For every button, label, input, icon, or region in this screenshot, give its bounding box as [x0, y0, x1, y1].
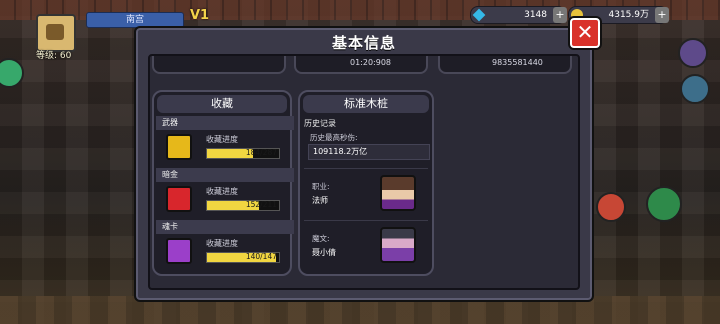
rune-value: 聂小倩 [312, 248, 336, 257]
close-button[interactable]: ✕ [570, 18, 600, 48]
category-soulcard-label: 魂卡 [156, 220, 294, 234]
rune-row: 魔文: 聂小倩 [304, 220, 428, 265]
collection-panel: 收藏 武器 收藏进度 184/287 暗金 收藏进度 152/211 魂卡 收藏… [152, 90, 294, 276]
soulcard-progress-text: 140/147 [245, 252, 277, 261]
vip-badge: V1 [190, 8, 210, 23]
top-card-time: 01:20:908 [350, 58, 392, 67]
coin-value: 4315.9万 [608, 10, 650, 20]
weapon-progress-label: 收藏进度 [206, 135, 238, 144]
top-card-right: 9835581440 [438, 56, 572, 74]
rune-title: 魔文: [312, 234, 330, 243]
attack-button[interactable] [646, 186, 682, 222]
weapon-progress-bar: 184/287 [206, 148, 280, 159]
diamond-icon [472, 8, 486, 22]
top-card-left [152, 56, 286, 74]
class-value: 法师 [312, 196, 328, 205]
darkgold-progress-label: 收藏进度 [206, 187, 238, 196]
mage-portrait-icon[interactable] [380, 175, 416, 211]
collection-title: 收藏 [157, 95, 287, 113]
soulcard-chest-icon[interactable] [166, 238, 192, 264]
darkgold-progress-bar: 152/211 [206, 200, 280, 211]
weapon-progress-text: 184/287 [245, 148, 277, 157]
rune-portrait-icon[interactable] [380, 227, 416, 263]
gold-counter: 3148 + [470, 6, 567, 24]
soulcard-progress-bar: 140/147 [206, 252, 280, 263]
soulcard-progress-label: 收藏进度 [206, 239, 238, 248]
add-coin-button[interactable]: + [655, 7, 669, 23]
player-avatar[interactable] [36, 14, 76, 52]
dialog-title: 基本信息 [331, 34, 396, 52]
player-level: 等级: 60 [36, 51, 72, 61]
darkgold-progress-text: 152/211 [245, 200, 277, 209]
dialog-content: 01:20:908 9835581440 收藏 武器 收藏进度 184/287 … [148, 54, 580, 290]
class-row: 职业: 法师 [304, 168, 428, 213]
add-gold-button[interactable]: + [553, 7, 567, 23]
max-dps-label: 历史最高秒伤: [310, 133, 358, 142]
category-weapon-label: 武器 [156, 116, 294, 130]
basic-info-dialog: 基本信息 01:20:908 9835581440 收藏 武器 收藏进度 184… [134, 26, 594, 302]
weapon-chest-icon[interactable] [166, 134, 192, 160]
top-card-middle: 01:20:908 [294, 56, 428, 74]
category-darkgold-label: 暗金 [156, 168, 294, 182]
gold-value: 3148 [524, 10, 547, 20]
skill-button[interactable] [596, 192, 626, 222]
dummy-title: 标准木桩 [303, 95, 429, 113]
right-menu-button-2[interactable] [680, 74, 710, 104]
training-dummy-panel: 标准木桩 历史记录 历史最高秒伤: 109118.2万亿 职业: 法师 魔文: … [298, 90, 434, 276]
top-card-number: 9835581440 [492, 58, 543, 67]
max-dps-value: 109118.2万亿 [308, 144, 430, 160]
class-title: 职业: [312, 182, 330, 191]
history-label: 历史记录 [304, 119, 336, 128]
darkgold-chest-icon[interactable] [166, 186, 192, 212]
right-menu-button-1[interactable] [678, 38, 708, 68]
